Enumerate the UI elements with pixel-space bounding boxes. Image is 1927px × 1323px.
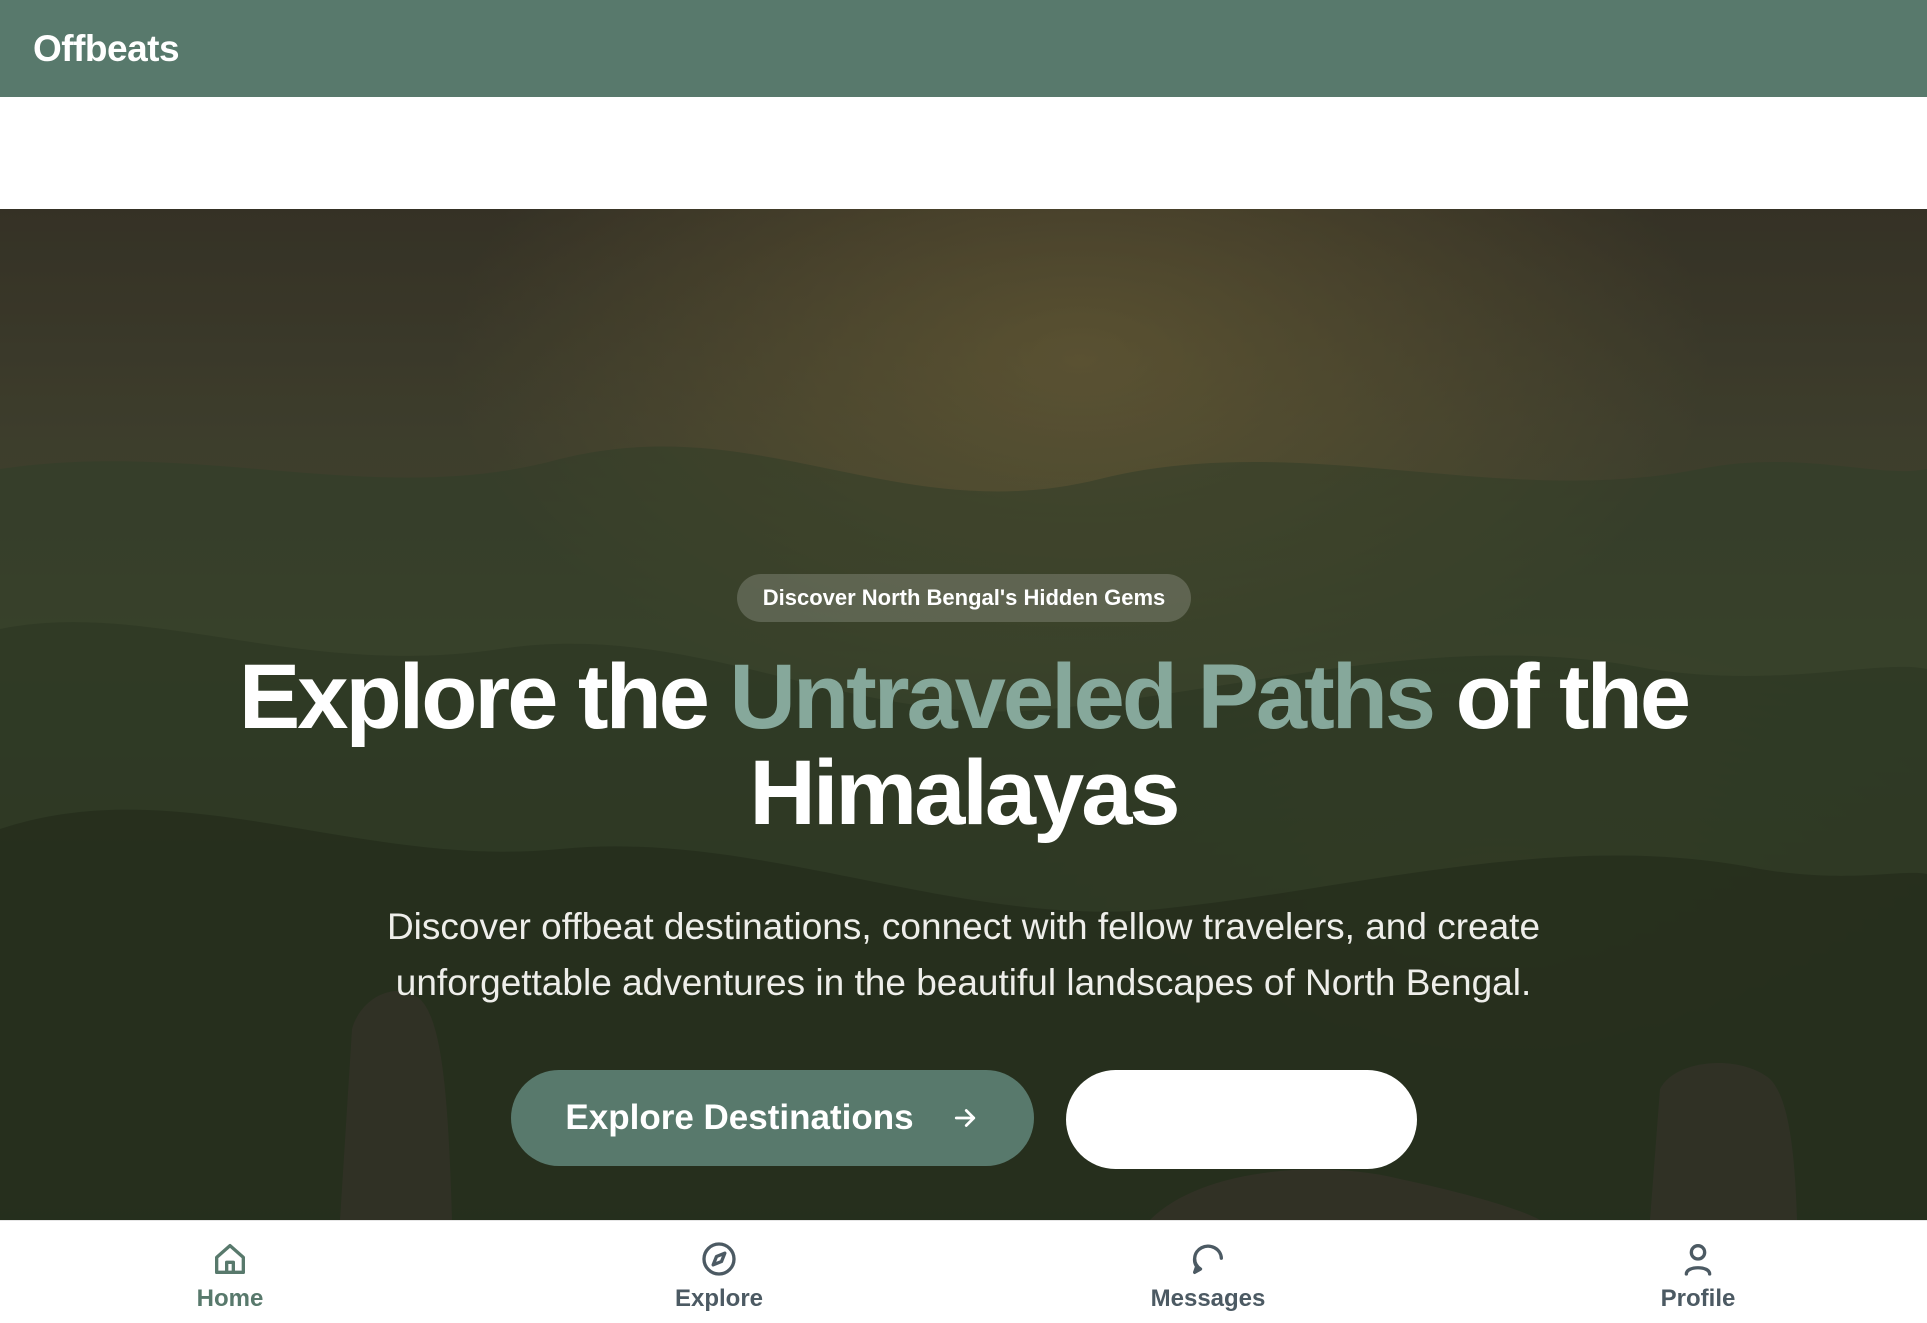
hero-section: Discover North Bengal's Hidden Gems Expl… (0, 209, 1927, 1220)
explore-destinations-button[interactable]: Explore Destinations (511, 1070, 1034, 1166)
arrow-right-icon (954, 1109, 975, 1127)
nav-label-messages: Messages (1150, 1285, 1266, 1312)
hero-headline: Explore the Untraveled Paths of the Hima… (180, 649, 1747, 841)
header-spacer (0, 97, 1927, 209)
headline-text-start: Explore the (238, 646, 730, 748)
nav-item-explore[interactable]: Explore (639, 1221, 799, 1323)
top-app-bar: Offbeats (0, 0, 1927, 97)
bottom-navigation: Home Explore Messages Profile (0, 1220, 1927, 1322)
nav-label-home: Home (196, 1285, 264, 1312)
hero-badge: Discover North Bengal's Hidden Gems (737, 574, 1191, 622)
compass-icon (702, 1242, 736, 1276)
nav-item-profile[interactable]: Profile (1618, 1221, 1778, 1323)
user-icon (1684, 1244, 1712, 1276)
headline-accent-text: Untraveled Paths (729, 646, 1437, 748)
secondary-cta-button[interactable] (1066, 1070, 1417, 1169)
nav-label-explore: Explore (674, 1285, 764, 1312)
brand-logo-text[interactable]: Offbeats (33, 28, 180, 70)
explore-destinations-label: Explore Destinations (565, 1098, 914, 1137)
message-circle-icon (1192, 1244, 1223, 1274)
home-icon (215, 1244, 245, 1274)
nav-item-home[interactable]: Home (150, 1221, 310, 1323)
nav-label-profile: Profile (1660, 1285, 1736, 1312)
hero-subtext: Discover offbeat destinations, connect w… (386, 906, 1541, 1003)
nav-item-messages[interactable]: Messages (1128, 1221, 1288, 1323)
